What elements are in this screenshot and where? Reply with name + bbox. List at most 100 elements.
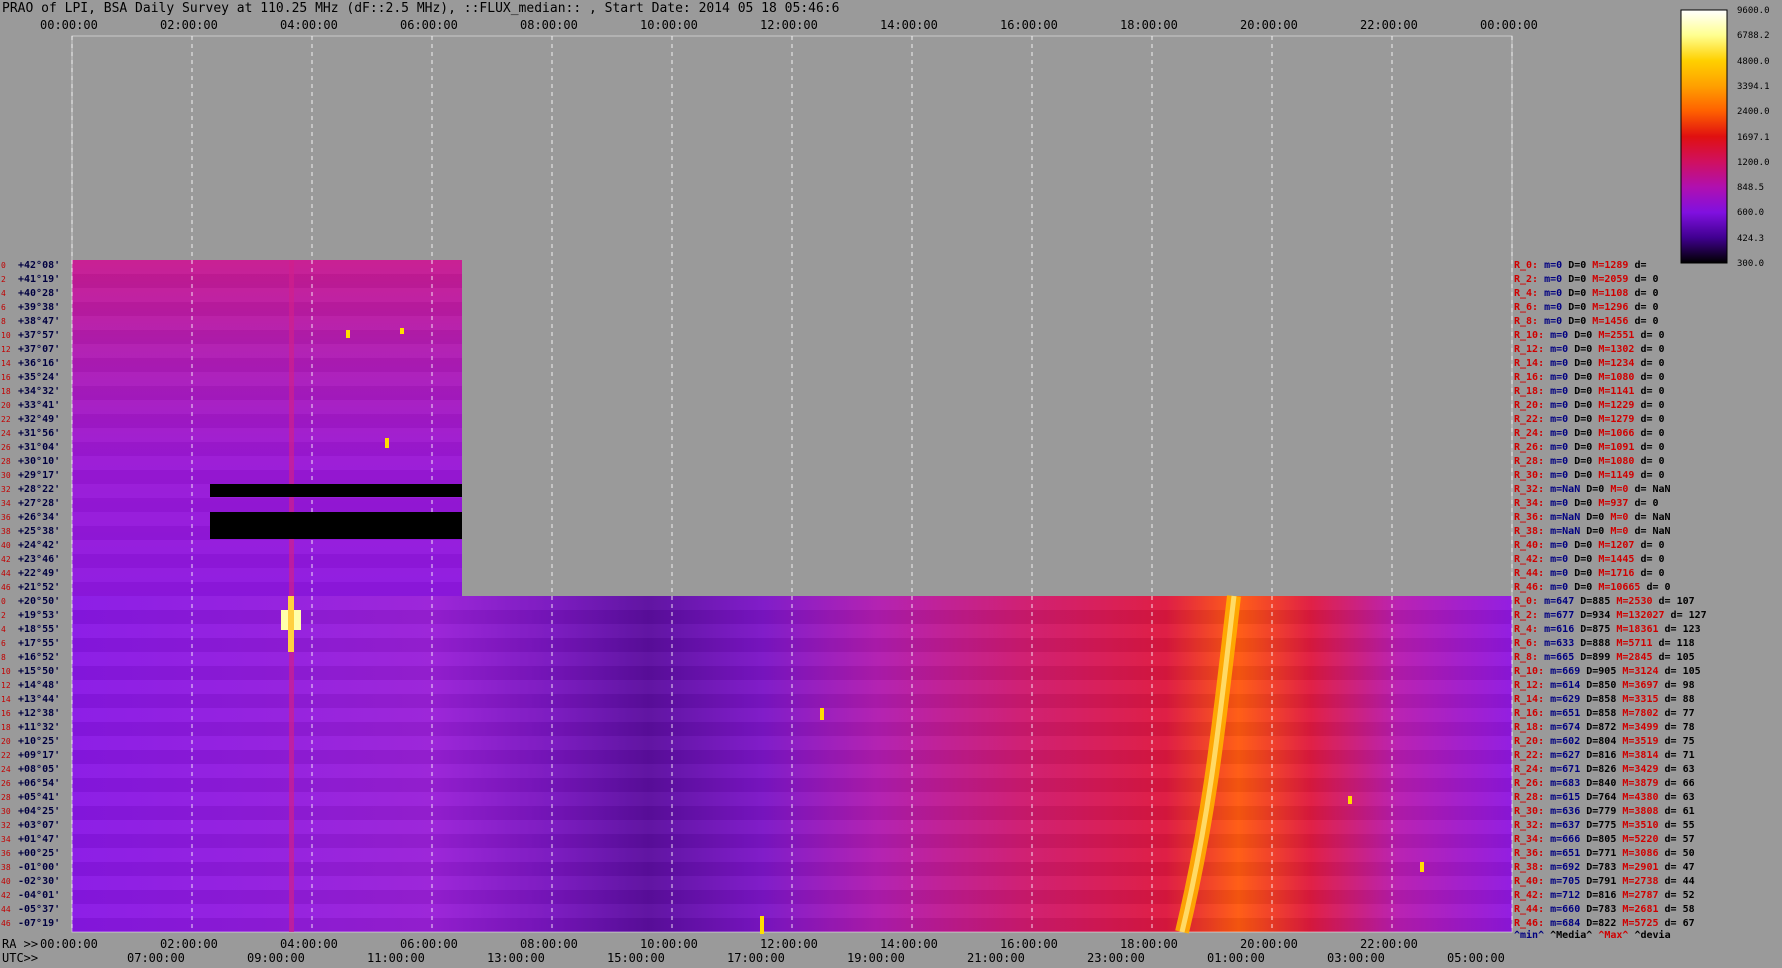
stat-name: R_22:: [1514, 414, 1551, 425]
stat-median: D=826: [1586, 764, 1623, 775]
declination-label: +33°41': [18, 400, 61, 411]
stat-median: D=791: [1586, 876, 1623, 887]
stat-min: m=0: [1550, 372, 1575, 383]
declination-label: -02°30': [18, 876, 61, 887]
declination-label: +21°52': [18, 582, 61, 593]
stat-name: R_10:: [1514, 666, 1551, 677]
stat-name: R_0:: [1514, 596, 1545, 607]
row-stat: R_18: m=0 D=0 M=1141 d= 0: [1514, 386, 1665, 398]
stat-devia: d= 0: [1646, 582, 1671, 593]
stat-median: D=783: [1586, 862, 1623, 873]
stat-median: D=0: [1574, 358, 1599, 369]
row-index-label: 34: [1, 499, 11, 508]
row-stat: R_10: m=669 D=905 M=3124 d= 105: [1514, 666, 1701, 678]
stat-median: D=885: [1580, 596, 1617, 607]
declination-label: +31°56': [18, 428, 61, 439]
stat-median: D=0: [1568, 316, 1593, 327]
stat-devia: d= 75: [1664, 736, 1695, 747]
top-tick-label: 04:00:00: [280, 18, 338, 32]
declination-label: +08°05': [18, 764, 61, 775]
stat-median: D=0: [1586, 526, 1611, 537]
ra-tick-label: 08:00:00: [520, 937, 578, 951]
stat-max: M=0: [1610, 526, 1635, 537]
stat-name: R_32:: [1514, 820, 1551, 831]
row-stat: R_14: m=0 D=0 M=1234 d= 0: [1514, 358, 1665, 370]
row-stat: R_22: m=0 D=0 M=1279 d= 0: [1514, 414, 1665, 426]
declination-label: +35°24': [18, 372, 61, 383]
row-index-label: 14: [1, 695, 11, 704]
stat-min: m=NaN: [1550, 512, 1587, 523]
colorbar-tick-label: 2400.0: [1737, 107, 1770, 118]
row-stat: R_34: m=0 D=0 M=937 d= 0: [1514, 498, 1659, 510]
declination-label: +37°57': [18, 330, 61, 341]
row-stat: R_26: m=0 D=0 M=1091 d= 0: [1514, 442, 1665, 454]
colorbar-tick-label: 9600.0: [1737, 6, 1770, 16]
row-index-label: 8: [1, 317, 6, 326]
stat-devia: d= 0: [1640, 330, 1665, 341]
point-source: [820, 708, 824, 720]
row-index-label: 44: [1, 905, 11, 914]
stat-median: D=816: [1586, 890, 1623, 901]
stat-name: R_8:: [1514, 652, 1545, 663]
stat-min: m=0: [1544, 260, 1569, 271]
stat-max: M=1716: [1598, 568, 1641, 579]
row-index-label: 32: [1, 821, 11, 830]
stat-name: R_8:: [1514, 316, 1545, 327]
top-tick-label: 06:00:00: [400, 18, 458, 32]
declination-label: +01°47': [18, 834, 61, 845]
ra-tick-label: 06:00:00: [400, 937, 458, 951]
stat-min: m=674: [1550, 722, 1587, 733]
utc-tick-label: 11:00:00: [367, 951, 425, 965]
stat-max: M=132027: [1616, 610, 1671, 621]
stat-devia: d= 107: [1658, 596, 1695, 607]
utc-tick-label: 19:00:00: [847, 951, 905, 965]
ra-tick-label: 18:00:00: [1120, 937, 1178, 951]
stat-median: D=0: [1574, 414, 1599, 425]
stat-max: M=2530: [1616, 596, 1659, 607]
stat-devia: d= NaN: [1634, 484, 1671, 495]
stat-median: D=816: [1586, 750, 1623, 761]
stat-max: M=5711: [1616, 638, 1659, 649]
row-index-label: 40: [1, 541, 11, 550]
row-stat: R_32: m=637 D=775 M=3510 d= 55: [1514, 820, 1695, 832]
stat-min: m=683: [1550, 778, 1587, 789]
row-index-label: 44: [1, 569, 11, 578]
colorbar-tick-label: 424.3: [1737, 233, 1765, 244]
stat-devia: d= 78: [1664, 722, 1695, 733]
stat-name: R_44:: [1514, 904, 1551, 915]
stat-max: M=5725: [1622, 918, 1665, 929]
declination-label: +13°44': [18, 694, 61, 705]
row-stat: R_28: m=615 D=764 M=4380 d= 63: [1514, 792, 1695, 804]
upper-row-band: [72, 428, 462, 442]
stat-min: m=712: [1550, 890, 1587, 901]
stat-min: m=0: [1550, 358, 1575, 369]
upper-row-band: [72, 260, 462, 274]
stat-name: R_20:: [1514, 400, 1551, 411]
declination-label: +28°22': [18, 484, 61, 495]
stat-devia: d= 98: [1664, 680, 1695, 691]
row-index-label: 34: [1, 835, 11, 844]
point-source: [346, 330, 350, 338]
utc-tick-label: 03:00:00: [1327, 951, 1385, 965]
footer-max: ^Max^: [1598, 930, 1629, 941]
stat-max: M=1149: [1598, 470, 1641, 481]
ra-axis-prefix: RA >>: [2, 937, 39, 951]
stat-name: R_28:: [1514, 456, 1551, 467]
ra-tick-label: 14:00:00: [880, 937, 938, 951]
stat-name: R_46:: [1514, 582, 1551, 593]
row-stat: R_42: m=712 D=816 M=2787 d= 52: [1514, 890, 1695, 902]
stat-min: m=651: [1550, 848, 1587, 859]
row-index-label: 46: [1, 583, 11, 592]
utc-tick-label: 23:00:00: [1087, 951, 1145, 965]
upper-row-band: [72, 344, 462, 358]
stat-min: m=616: [1544, 624, 1581, 635]
stat-max: M=2845: [1616, 652, 1659, 663]
stat-min: m=602: [1550, 736, 1587, 747]
stat-median: D=850: [1586, 680, 1623, 691]
row-index-label: 28: [1, 457, 11, 466]
stat-name: R_34:: [1514, 498, 1551, 509]
declination-label: +10°25': [18, 736, 61, 747]
row-stat: R_8: m=0 D=0 M=1456 d= 0: [1514, 316, 1659, 328]
stat-median: D=0: [1574, 582, 1599, 593]
stat-min: m=637: [1550, 820, 1587, 831]
